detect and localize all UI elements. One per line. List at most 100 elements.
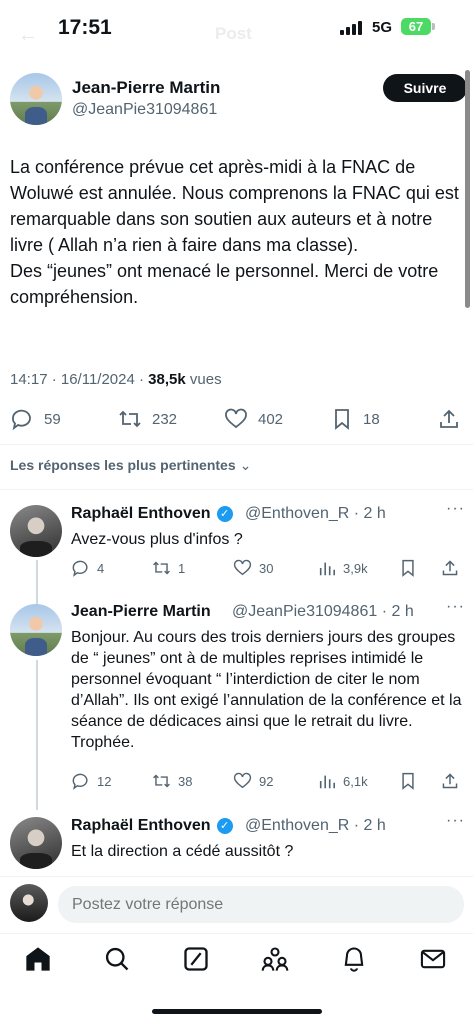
current-user-avatar[interactable] [10,884,48,922]
tweet-meta: 14:17 · 16/11/2024 · 38,5k vues [10,371,222,388]
status-bar: ← 17:51 Post 5G 67 [0,0,473,58]
share-action[interactable] [438,408,460,430]
nav-home[interactable] [24,945,52,973]
divider [0,933,473,934]
author-avatar[interactable] [10,73,62,125]
bookmark-count: 18 [363,410,380,428]
reply-compose-input[interactable] [58,886,464,923]
views-action[interactable]: 3,9k [318,559,368,577]
messages-icon [420,949,446,969]
reply-count: 59 [44,410,61,428]
reply-icon [72,773,88,790]
reply-count: 4 [97,560,105,576]
share-icon [442,560,458,576]
reply-action[interactable]: 59 [10,408,61,430]
replies-sort-dropdown[interactable]: Les réponses les plus pertinentes ⌄ [10,457,251,474]
reply-icon [72,560,88,577]
repost-action[interactable]: 1 [152,559,185,577]
reply-handle[interactable]: @Enthoven_R · 2 h [245,817,386,835]
share-icon [440,409,458,428]
share-action[interactable] [441,772,459,790]
thread-line [36,560,38,606]
heart-icon [233,559,252,576]
nav-search[interactable] [103,945,131,973]
follow-button[interactable]: Suivre [383,74,467,102]
heart-icon [233,772,252,789]
tweet-timestamp: 14:17 · 16/11/2024 · [10,371,149,388]
status-time: 17:51 [58,16,112,39]
like-count: 402 [258,410,284,428]
views-icon [319,775,336,789]
chevron-down-icon: ⌄ [239,457,252,473]
bookmark-action[interactable] [399,559,417,577]
header-title: Post [215,24,252,43]
repost-count: 38 [178,773,193,789]
bookmark-icon [402,772,414,790]
reply-text: Avez-vous plus d'infos ? [71,531,243,548]
like-count: 30 [259,560,274,576]
views-label: vues [185,371,222,388]
battery-icon: 67 [401,18,431,35]
like-action[interactable]: 92 [233,772,273,790]
reply-avatar[interactable] [10,817,62,869]
reply-text: Et la direction a cédé aussitôt ? [71,843,294,860]
signal-icon [340,21,364,35]
home-icon [26,947,50,971]
share-action[interactable] [441,559,459,577]
like-action[interactable]: 402 [224,408,283,430]
back-arrow-icon[interactable]: ← [18,24,38,47]
bookmark-action[interactable] [399,772,417,790]
reply-handle[interactable]: @JeanPie31094861 · 2 h [232,603,414,621]
reply-action[interactable]: 4 [71,559,104,577]
reply-author-name[interactable]: Raphaël Enthoven ✓ [71,505,238,523]
author-handle[interactable]: @JeanPie31094861 [72,101,217,119]
reply-avatar[interactable] [10,505,62,557]
more-options-icon[interactable]: ··· [446,500,465,518]
repost-icon [119,410,141,428]
repost-icon [153,561,170,575]
nav-grok[interactable] [182,945,210,973]
reply-author-name[interactable]: Jean-Pierre Martin [71,603,211,621]
more-options-icon[interactable]: ··· [446,812,465,830]
author-name[interactable]: Jean-Pierre Martin [72,78,220,98]
repost-action[interactable]: 38 [152,772,192,790]
repost-count: 232 [152,410,178,428]
bookmark-icon [402,559,414,577]
tweet-text: La conférence prévue cet après-midi à la… [10,157,459,307]
views-count: 3,9k [343,560,368,576]
like-action[interactable]: 30 [233,559,273,577]
bookmark-action[interactable]: 18 [331,408,380,430]
like-count: 92 [259,773,274,789]
reply-count: 12 [97,773,112,789]
verified-badge-icon: ✓ [216,817,233,834]
home-indicator[interactable] [152,1009,322,1014]
reply-handle[interactable]: @Enthoven_R · 2 h [245,505,386,523]
views-count: 38,5k [148,371,186,388]
grok-icon [184,947,208,971]
verified-badge-icon: ✓ [216,505,233,522]
nav-messages[interactable] [419,945,447,973]
replies-sort-label: Les réponses les plus pertinentes [10,457,236,473]
divider [0,444,473,445]
reply-author-name-text: Raphaël Enthoven [71,505,211,522]
reply-author-name[interactable]: Raphaël Enthoven ✓ [71,817,238,835]
nav-communities[interactable] [261,945,289,973]
divider [0,489,473,490]
notifications-icon [344,947,364,972]
network-label: 5G [372,19,393,36]
divider [0,876,473,877]
views-icon [319,562,336,576]
reply-icon [12,409,31,430]
repost-icon [153,774,170,788]
battery-tip [432,23,435,30]
views-action[interactable]: 6,1k [318,772,368,790]
repost-action[interactable]: 232 [118,408,177,430]
search-icon [105,947,129,971]
reply-action[interactable]: 12 [71,772,111,790]
more-options-icon[interactable]: ··· [446,598,465,616]
scrollbar[interactable] [465,70,470,308]
nav-notifications[interactable] [340,945,368,973]
reply-author-name-text: Raphaël Enthoven [71,817,211,834]
reply-avatar[interactable] [10,604,62,656]
heart-icon [225,408,247,429]
